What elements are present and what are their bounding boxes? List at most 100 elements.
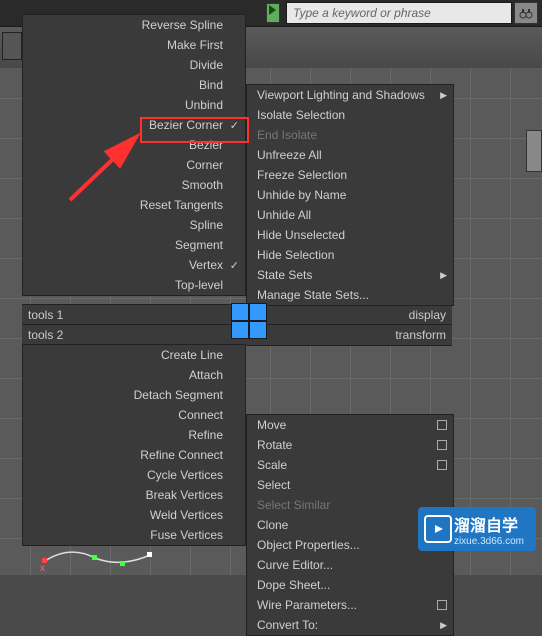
tools2-right-label: transform <box>395 328 446 342</box>
search-input[interactable]: Type a keyword or phrase <box>286 2 512 24</box>
menu-item-create-line[interactable]: Create Line <box>23 345 245 365</box>
menu-item-label: Reset Tangents <box>140 198 223 212</box>
svg-text:x: x <box>40 563 45 573</box>
menu-item-corner[interactable]: Corner <box>23 155 245 175</box>
menu-item-refine-connect[interactable]: Refine Connect <box>23 445 245 465</box>
options-box-icon[interactable] <box>437 440 447 450</box>
menu-item-label: Unbind <box>185 98 223 112</box>
options-box-icon[interactable] <box>437 460 447 470</box>
menu-item-manage-state-sets[interactable]: Manage State Sets... <box>247 285 453 305</box>
menu-item-segment[interactable]: Segment <box>23 235 245 255</box>
menu-item-top-level[interactable]: Top-level <box>23 275 245 295</box>
tools2-left-label: tools 2 <box>28 328 63 342</box>
menu-item-label: Convert To: <box>257 618 318 632</box>
menu-item-fuse-vertices[interactable]: Fuse Vertices <box>23 525 245 545</box>
menu-item-convert-to[interactable]: Convert To: ▶ <box>247 615 453 635</box>
menu-item-label: Spline <box>190 218 223 232</box>
menu-item-unbind[interactable]: Unbind <box>23 95 245 115</box>
menu-item-reset-tangents[interactable]: Reset Tangents <box>23 195 245 215</box>
menu-item-label: Manage State Sets... <box>257 288 369 302</box>
submenu-arrow-icon: ▶ <box>440 90 447 101</box>
menu-item-move[interactable]: Move <box>247 415 453 435</box>
spline-object: x <box>40 543 160 573</box>
menu-item-vertex[interactable]: Vertex ✓ <box>23 255 245 275</box>
menu-item-hide-selection[interactable]: Hide Selection <box>247 245 453 265</box>
menu-item-label: Detach Segment <box>134 388 223 402</box>
menu-item-attach[interactable]: Attach <box>23 365 245 385</box>
quad-nw[interactable] <box>231 303 249 321</box>
menu-item-label: Bind <box>199 78 223 92</box>
menu-item-label: Isolate Selection <box>257 108 345 122</box>
menu-item-label: Weld Vertices <box>150 508 223 522</box>
menu-item-connect[interactable]: Connect <box>23 405 245 425</box>
menu-item-label: Divide <box>190 58 223 72</box>
menu-item-label: Refine <box>188 428 223 442</box>
quad-menu-right-top: Viewport Lighting and Shadows ▶ Isolate Se… <box>246 84 454 306</box>
menu-item-label: Connect <box>178 408 223 422</box>
menu-item-spline[interactable]: Spline <box>23 215 245 235</box>
menu-item-freeze-selection[interactable]: Freeze Selection <box>247 165 453 185</box>
menu-item-label: Scale <box>257 458 287 472</box>
menu-item-state-sets[interactable]: State Sets ▶ <box>247 265 453 285</box>
menu-item-dope-sheet[interactable]: Dope Sheet... <box>247 575 453 595</box>
menu-item-label: Top-level <box>175 278 223 292</box>
menu-item-weld-vertices[interactable]: Weld Vertices <box>23 505 245 525</box>
viewcube-edge[interactable] <box>526 130 542 172</box>
play-icon[interactable] <box>266 3 280 23</box>
menu-item-bezier-corner[interactable]: Bezier Corner ✓ <box>23 115 245 135</box>
quad-ne[interactable] <box>249 303 267 321</box>
menu-item-label: Viewport Lighting and Shadows <box>257 88 425 102</box>
side-panel-btn[interactable] <box>2 32 22 60</box>
menu-item-detach-segment[interactable]: Detach Segment <box>23 385 245 405</box>
menu-item-label: Vertex <box>189 258 223 272</box>
checkmark-icon: ✓ <box>230 259 239 272</box>
search-placeholder: Type a keyword or phrase <box>293 6 431 20</box>
menu-item-curve-editor[interactable]: Curve Editor... <box>247 555 453 575</box>
quad-sw[interactable] <box>231 321 249 339</box>
menu-item-label: Move <box>257 418 286 432</box>
menu-item-select[interactable]: Select <box>247 475 453 495</box>
menu-item-viewport-lighting-and-shadows[interactable]: Viewport Lighting and Shadows ▶ <box>247 85 453 105</box>
options-box-icon[interactable] <box>437 420 447 430</box>
menu-item-hide-unselected[interactable]: Hide Unselected <box>247 225 453 245</box>
menu-item-break-vertices[interactable]: Break Vertices <box>23 485 245 505</box>
submenu-arrow-icon: ▶ <box>440 620 447 631</box>
menu-item-unfreeze-all[interactable]: Unfreeze All <box>247 145 453 165</box>
binoculars-icon[interactable] <box>514 2 538 24</box>
menu-item-smooth[interactable]: Smooth <box>23 175 245 195</box>
menu-item-isolate-selection[interactable]: Isolate Selection <box>247 105 453 125</box>
menu-item-label: Hide Selection <box>257 248 334 262</box>
play-circle-icon <box>424 515 452 543</box>
menu-item-unhide-by-name[interactable]: Unhide by Name <box>247 185 453 205</box>
menu-item-wire-parameters[interactable]: Wire Parameters... <box>247 595 453 615</box>
menu-item-reverse-spline[interactable]: Reverse Spline <box>23 15 245 35</box>
menu-item-label: Dope Sheet... <box>257 578 330 592</box>
menu-item-label: Clone <box>257 518 288 532</box>
submenu-arrow-icon: ▶ <box>440 270 447 281</box>
tools1-right-label: display <box>409 308 446 322</box>
menu-item-bind[interactable]: Bind <box>23 75 245 95</box>
tools1-header: tools 1 <box>22 304 232 326</box>
menu-item-make-first[interactable]: Make First <box>23 35 245 55</box>
watermark: 溜溜自学 zixue.3d66.com <box>418 507 536 551</box>
menu-item-label: Break Vertices <box>146 488 223 502</box>
menu-item-label: Fuse Vertices <box>150 528 223 542</box>
menu-item-bezier[interactable]: Bezier <box>23 135 245 155</box>
watermark-sub: zixue.3d66.com <box>454 536 524 547</box>
watermark-title: 溜溜自学 <box>454 512 524 536</box>
menu-item-label: Bezier Corner <box>149 118 223 132</box>
menu-item-label: Segment <box>175 238 223 252</box>
menu-item-label: Curve Editor... <box>257 558 333 572</box>
menu-item-divide[interactable]: Divide <box>23 55 245 75</box>
checkmark-icon: ✓ <box>230 119 239 132</box>
menu-item-cycle-vertices[interactable]: Cycle Vertices <box>23 465 245 485</box>
menu-item-label: State Sets <box>257 268 312 282</box>
menu-item-unhide-all[interactable]: Unhide All <box>247 205 453 225</box>
menu-item-rotate[interactable]: Rotate <box>247 435 453 455</box>
menu-item-label: Select <box>257 478 290 492</box>
options-box-icon[interactable] <box>437 600 447 610</box>
menu-item-refine[interactable]: Refine <box>23 425 245 445</box>
menu-item-scale[interactable]: Scale <box>247 455 453 475</box>
menu-item-label: Smooth <box>182 178 223 192</box>
quad-se[interactable] <box>249 321 267 339</box>
